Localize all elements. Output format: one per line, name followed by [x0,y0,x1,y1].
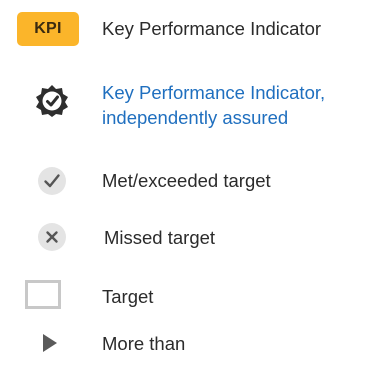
legend-label-missed-target: Missed target [104,227,216,248]
right-arrow-icon [43,334,57,352]
legend-label-target: Target [102,286,154,307]
target-box-icon [25,280,61,309]
assured-gear-check-icon [36,85,68,117]
checkmark-icon [38,167,66,195]
legend-label-more-than: More than [102,333,186,354]
legend: KPI Key Performance Indicator Key Perfor… [0,0,381,367]
cross-icon [38,223,66,251]
kpi-badge-text: KPI [34,20,62,37]
legend-label-kpi: Key Performance Indicator [102,18,322,39]
legend-label-assured-line2: independently assured [102,107,289,128]
legend-label-assured-line1: Key Performance Indicator, [102,82,326,103]
legend-label-met-target: Met/exceeded target [102,170,271,191]
kpi-badge: KPI [17,12,79,46]
